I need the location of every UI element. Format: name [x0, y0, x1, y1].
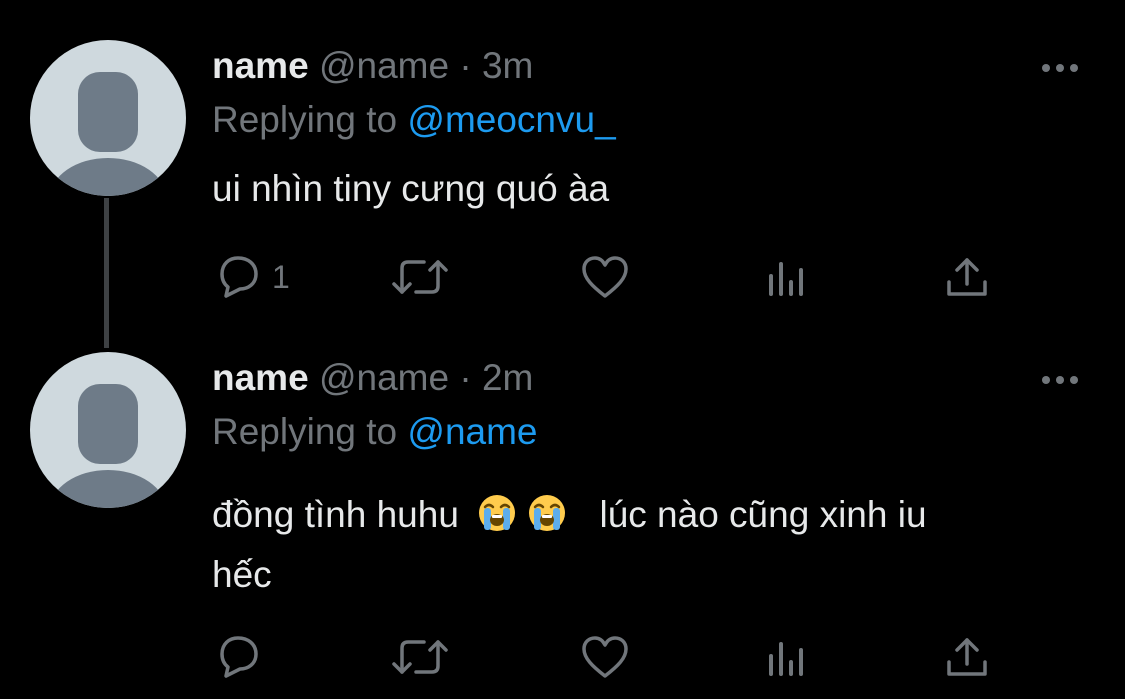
tweet-text: đồng tình huhu lúc nào cũng xinh iu hếc [212, 488, 1072, 602]
loudly-crying-face-emoji [527, 493, 567, 548]
replying-to-label: Replying to [212, 411, 398, 452]
tweet-content: name @name · 2m Replying to @name đồng t… [212, 352, 1095, 697]
reply-icon [220, 256, 258, 298]
tweet-actions [212, 632, 1012, 682]
more-horizontal-icon [1042, 376, 1078, 384]
reply-icon [220, 636, 258, 678]
more-options-button[interactable] [1040, 370, 1080, 390]
separator-dot: · [459, 357, 472, 398]
user-handle[interactable]: @name [319, 357, 449, 398]
display-name[interactable]: name [212, 45, 309, 86]
tweet-actions: 1 [212, 252, 1012, 302]
more-options-button[interactable] [1040, 58, 1080, 78]
separator-dot: · [459, 45, 472, 86]
tweet-header: name @name · 2m [212, 352, 533, 404]
like-button[interactable] [580, 632, 630, 682]
more-horizontal-icon [1042, 64, 1078, 72]
loudly-crying-face-emoji [477, 493, 517, 548]
tweet-text-part1: đồng tình huhu [212, 494, 459, 535]
tweet-header: name @name · 3m [212, 40, 533, 92]
retweet-button[interactable] [390, 632, 450, 682]
default-avatar-icon [50, 384, 166, 508]
retweet-button[interactable] [390, 252, 450, 302]
views-button[interactable] [765, 632, 809, 682]
tweet-2[interactable]: name @name · 2m Replying to @name đồng t… [0, 340, 1125, 699]
share-icon [947, 638, 987, 676]
replying-to-mention[interactable]: @name [407, 411, 537, 452]
heart-icon [582, 256, 628, 298]
tweet-text: ui nhìn tiny cưng quó àa [212, 168, 610, 209]
tweet-content: name @name · 3m Replying to @meocnvu_ ui… [212, 40, 1095, 330]
replying-to-line: Replying to @meocnvu_ [212, 94, 616, 146]
avatar[interactable] [30, 352, 186, 508]
reply-count: 1 [272, 259, 290, 295]
default-avatar-icon [50, 72, 166, 196]
user-handle[interactable]: @name [319, 45, 449, 86]
replying-to-line: Replying to @name [212, 406, 538, 458]
retweet-icon [392, 260, 448, 294]
like-button[interactable] [580, 252, 630, 302]
share-icon [947, 258, 987, 296]
analytics-icon [769, 262, 803, 296]
display-name[interactable]: name [212, 357, 309, 398]
views-button[interactable] [765, 252, 809, 302]
share-button[interactable] [945, 632, 989, 682]
replying-to-label: Replying to [212, 99, 398, 140]
tweet-text-part2: lúc nào cũng xinh iu [599, 494, 927, 535]
avatar[interactable] [30, 40, 186, 196]
retweet-icon [392, 640, 448, 674]
timestamp[interactable]: 2m [482, 357, 533, 398]
heart-icon [582, 636, 628, 678]
loudly-crying-face-icon [479, 495, 516, 531]
replying-to-mention[interactable]: @meocnvu_ [407, 99, 615, 140]
loudly-crying-face-icon [529, 495, 566, 531]
timestamp[interactable]: 3m [482, 45, 533, 86]
reply-button[interactable] [214, 632, 272, 682]
reply-button[interactable]: 1 [214, 252, 290, 302]
tweet-text-line2: hếc [212, 554, 272, 595]
tweet-1[interactable]: name @name · 3m Replying to @meocnvu_ ui… [0, 0, 1125, 340]
share-button[interactable] [945, 252, 989, 302]
analytics-icon [769, 642, 803, 676]
